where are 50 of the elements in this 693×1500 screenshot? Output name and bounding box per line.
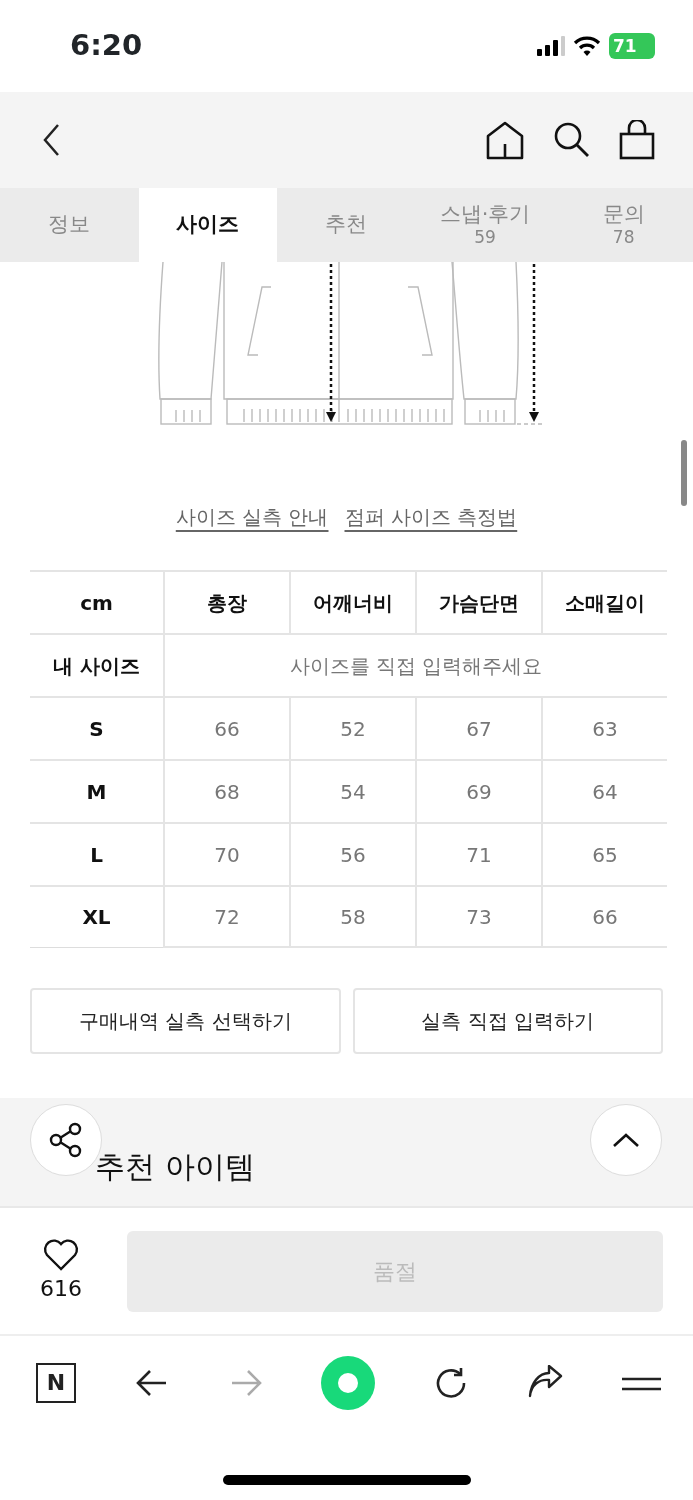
status-time: 6:20 xyxy=(70,27,143,65)
table-cell: 70 xyxy=(163,822,289,885)
table-cell: 64 xyxy=(541,759,667,822)
row-label: XL xyxy=(30,885,163,948)
tab[interactable]: 문의 78 xyxy=(554,188,693,262)
table-cell: 52 xyxy=(289,696,415,759)
share-icon xyxy=(48,1122,84,1158)
table-header: cm xyxy=(30,570,163,633)
table-header: 총장 xyxy=(163,570,289,633)
battery-level: 71 xyxy=(609,33,655,59)
table-cell: 56 xyxy=(289,822,415,885)
table-cell: 58 xyxy=(289,885,415,948)
tab[interactable]: 추천 xyxy=(277,188,416,262)
table-cell: 67 xyxy=(415,696,541,759)
row-label: S xyxy=(30,696,163,759)
heart-icon[interactable] xyxy=(42,1237,80,1272)
row-label: L xyxy=(30,822,163,885)
tab[interactable]: 사이즈 xyxy=(138,188,278,262)
table-header: 가슴단면 xyxy=(415,570,541,633)
wifi-icon xyxy=(573,36,601,56)
table-header: 어깨너비 xyxy=(289,570,415,633)
size-button[interactable]: 구매내역 실측 선택하기 xyxy=(30,988,341,1054)
table-cell: 68 xyxy=(163,759,289,822)
size-input-field[interactable]: 사이즈를 직접 입력해주세요 xyxy=(163,633,667,696)
row-label: 내 사이즈 xyxy=(30,633,163,696)
section-title: 추천 아이템 xyxy=(95,1148,255,1186)
table-cell: 65 xyxy=(541,822,667,885)
home-icon[interactable] xyxy=(485,120,525,160)
table-cell: 72 xyxy=(163,885,289,948)
table-header: 소매길이 xyxy=(541,570,667,633)
browser-logo-button[interactable]: N xyxy=(36,1363,76,1403)
table-cell: 66 xyxy=(541,885,667,948)
size-guide-link[interactable]: 점퍼 사이즈 측정법 xyxy=(344,502,518,532)
tab[interactable]: 스냅·후기 59 xyxy=(415,188,555,262)
table-cell: 69 xyxy=(415,759,541,822)
table-cell: 66 xyxy=(163,696,289,759)
table-cell: 63 xyxy=(541,696,667,759)
size-guide-link[interactable]: 사이즈 실측 안내 xyxy=(175,502,329,532)
shopping-bag-icon[interactable] xyxy=(619,120,655,160)
chevron-up-icon xyxy=(612,1132,640,1148)
table-cell: 73 xyxy=(415,885,541,948)
scrollbar xyxy=(681,440,687,506)
signal-icon xyxy=(537,36,565,56)
tab[interactable]: 정보 xyxy=(0,188,139,262)
search-icon[interactable] xyxy=(553,121,591,159)
table-cell: 71 xyxy=(415,822,541,885)
size-button[interactable]: 실측 직접 입력하기 xyxy=(352,988,663,1054)
like-count: 616 xyxy=(40,1274,82,1303)
table-cell: 54 xyxy=(289,759,415,822)
row-label: M xyxy=(30,759,163,822)
